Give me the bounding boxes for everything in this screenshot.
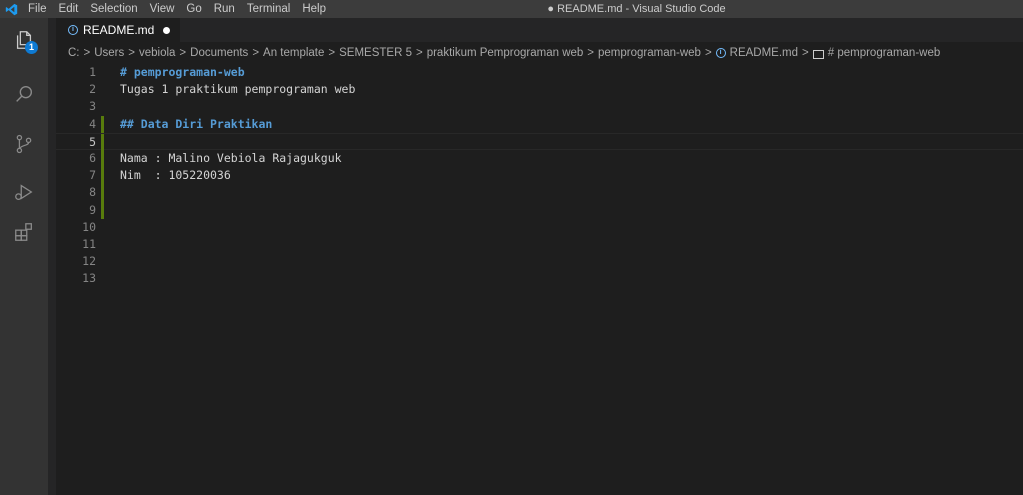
vscode-logo-icon bbox=[0, 0, 22, 18]
code-line[interactable]: 7 Nim : 105220036 bbox=[56, 167, 1023, 185]
tab-bar: i README.md bbox=[56, 18, 1023, 42]
breadcrumb-separator: > bbox=[704, 47, 712, 59]
line-number: 3 bbox=[89, 99, 96, 114]
breadcrumb-item[interactable]: pemprograman-web bbox=[598, 47, 701, 59]
menu-file[interactable]: File bbox=[22, 0, 53, 18]
title-bar: File Edit Selection View Go Run Terminal Help ●… bbox=[0, 0, 1023, 18]
line-number: 11 bbox=[82, 236, 96, 251]
code-text: ## Data Diri Praktikan bbox=[120, 116, 273, 131]
symbol-string-icon bbox=[812, 49, 824, 59]
code-text: Nim : 105220036 bbox=[120, 168, 231, 183]
breadcrumb-item[interactable]: README.md bbox=[730, 47, 798, 59]
activity-bar: 1 bbox=[0, 18, 48, 495]
breadcrumb-separator: > bbox=[802, 47, 809, 59]
code-line[interactable]: 2 Tugas 1 praktikum pemprograman web bbox=[56, 81, 1023, 98]
menu-go[interactable]: Go bbox=[180, 0, 207, 18]
breadcrumb: C: > Users > vebiola > Documents > An template > S… bbox=[56, 42, 1023, 64]
tab-readme[interactable]: i README.md bbox=[56, 18, 180, 42]
breadcrumb-separator: > bbox=[179, 47, 187, 59]
breadcrumb-item[interactable]: Users bbox=[94, 47, 124, 59]
modified-line-indicator[interactable] bbox=[101, 167, 104, 185]
breadcrumb-separator: > bbox=[128, 47, 135, 59]
line-number: 1 bbox=[89, 65, 96, 79]
code-line[interactable]: 8 bbox=[56, 184, 1023, 202]
info-icon: i bbox=[715, 48, 726, 58]
menu-bar: File Edit Selection View Go Run Terminal Help bbox=[22, 0, 332, 18]
menu-run[interactable]: Run bbox=[208, 0, 241, 18]
menu-selection[interactable]: Selection bbox=[84, 0, 143, 18]
line-number: 4 bbox=[89, 116, 96, 131]
sidebar-edge bbox=[48, 18, 56, 495]
breadcrumb-separator: > bbox=[587, 47, 595, 59]
code-editor[interactable]: 1 # pemprograman-web 2 Tugas 1 praktikum pe… bbox=[56, 64, 1023, 287]
run-debug-icon[interactable] bbox=[10, 178, 38, 206]
line-number: 13 bbox=[82, 271, 96, 286]
code-line[interactable]: 13 bbox=[56, 270, 1023, 287]
line-number: 8 bbox=[89, 185, 96, 200]
code-text: # pemprograman-web bbox=[120, 65, 245, 79]
modified-line-indicator[interactable] bbox=[101, 184, 104, 202]
breadcrumb-separator: > bbox=[83, 47, 91, 59]
code-line[interactable]: 1 # pemprograman-web bbox=[56, 64, 1023, 81]
menu-terminal[interactable]: Terminal bbox=[241, 0, 296, 18]
modified-line-indicator[interactable] bbox=[101, 201, 104, 219]
breadcrumb-item[interactable]: SEMESTER 5 bbox=[339, 47, 412, 59]
code-text: Tugas 1 praktikum pemprograman web bbox=[120, 82, 356, 97]
info-icon: i bbox=[68, 25, 78, 35]
menu-edit[interactable]: Edit bbox=[53, 0, 85, 18]
unsaved-dot-icon[interactable] bbox=[163, 26, 171, 34]
code-line[interactable]: 11 bbox=[56, 236, 1023, 253]
explorer-icon[interactable]: 1 bbox=[10, 26, 38, 54]
breadcrumb-separator: > bbox=[415, 47, 423, 59]
code-line[interactable]: 12 bbox=[56, 253, 1023, 270]
tab-label: README.md bbox=[83, 23, 155, 37]
menu-view[interactable]: View bbox=[144, 0, 181, 18]
line-number: 10 bbox=[82, 219, 96, 234]
line-number: 2 bbox=[89, 82, 96, 97]
modified-line-indicator[interactable] bbox=[101, 149, 104, 168]
editor-group: i README.md C: > Users > vebiola > Documents > A… bbox=[56, 18, 1023, 495]
breadcrumb-separator: > bbox=[252, 47, 260, 59]
code-line[interactable]: 9 bbox=[56, 201, 1023, 219]
code-line[interactable]: 5 bbox=[56, 132, 1023, 151]
extensions-icon[interactable] bbox=[10, 218, 38, 246]
line-number: 7 bbox=[89, 168, 96, 183]
breadcrumb-item[interactable]: Documents bbox=[190, 47, 248, 59]
code-line[interactable]: 6 Nama : Malino Vebiola Rajagukguk bbox=[56, 149, 1023, 168]
explorer-badge: 1 bbox=[25, 41, 38, 54]
breadcrumb-item[interactable]: An template bbox=[263, 47, 324, 59]
line-number: 6 bbox=[89, 150, 96, 165]
breadcrumb-item[interactable]: vebiola bbox=[139, 47, 175, 59]
line-number: 5 bbox=[89, 134, 96, 149]
modified-line-indicator[interactable] bbox=[101, 133, 104, 151]
breadcrumb-item[interactable]: C: bbox=[68, 47, 80, 59]
source-control-icon[interactable] bbox=[10, 130, 38, 158]
breadcrumb-item[interactable]: # pemprograman-web bbox=[828, 47, 941, 59]
line-number: 9 bbox=[89, 202, 96, 217]
breadcrumb-item[interactable]: praktikum Pemprograman web bbox=[427, 47, 584, 59]
code-line[interactable]: 10 bbox=[56, 219, 1023, 236]
modified-line-indicator[interactable] bbox=[101, 115, 104, 133]
code-line[interactable]: 4 ## Data Diri Praktikan bbox=[56, 115, 1023, 133]
menu-help[interactable]: Help bbox=[296, 0, 332, 18]
code-text: Nama : Malino Vebiola Rajagukguk bbox=[120, 150, 342, 165]
code-line[interactable]: 3 bbox=[56, 98, 1023, 115]
line-number: 12 bbox=[82, 254, 96, 269]
search-icon[interactable] bbox=[10, 80, 38, 108]
breadcrumb-separator: > bbox=[328, 47, 336, 59]
